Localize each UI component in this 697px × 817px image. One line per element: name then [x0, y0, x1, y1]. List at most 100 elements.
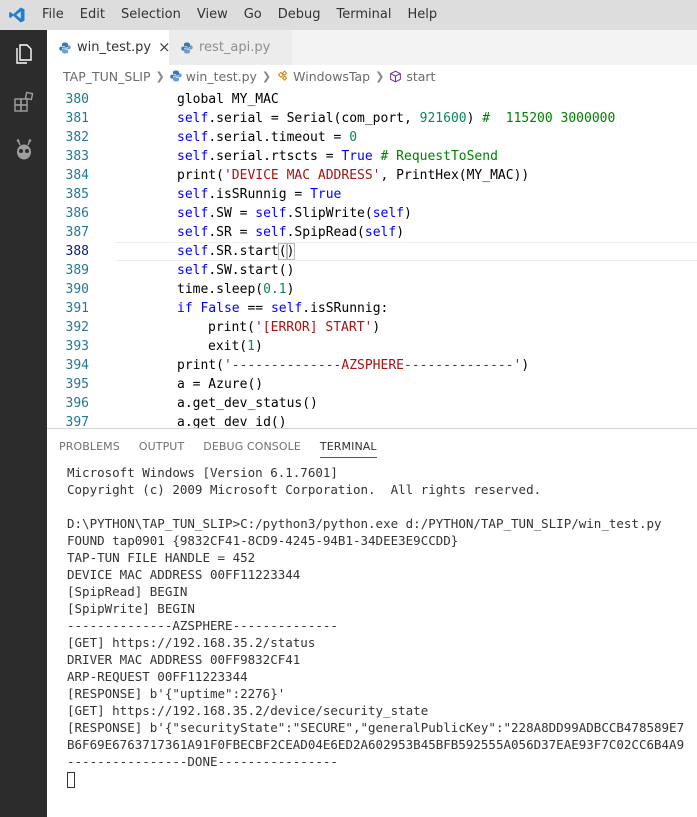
line-number: 391 — [65, 301, 89, 316]
code-text: time.sleep(0.1) — [177, 280, 294, 299]
chevron-right-icon: ❯ — [155, 69, 165, 83]
code-line[interactable]: 381 self.serial = Serial(com_port, 921600… — [47, 109, 697, 128]
line-number: 397 — [65, 415, 89, 428]
tab-output[interactable]: OUTPUT — [139, 436, 184, 457]
code-text: print('[ERROR] START') — [208, 318, 380, 337]
line-number: 390 — [65, 282, 89, 297]
code-token: .serial.timeout = — [208, 130, 350, 145]
terminal-line: --------------AZSPHERE-------------- — [67, 618, 338, 633]
code-editor[interactable]: 380 global MY_MAC 381 self.serial = Serial(… — [47, 88, 697, 428]
code-token: ) — [396, 225, 405, 240]
menu-debug[interactable]: Debug — [270, 0, 329, 30]
line-number: 381 — [65, 111, 89, 126]
code-line[interactable]: 397 a.get_dev_id() — [47, 413, 697, 428]
terminal-line: [SpipWrite] BEGIN — [67, 601, 195, 616]
code-token: ) — [466, 111, 483, 126]
title-bar: File Edit Selection View Go Debug Terminal Help — [0, 0, 697, 30]
code-token: 0 — [349, 130, 358, 145]
breadcrumb: TAP_TUN_SLIP ❯ win_test.py ❯ WindowsTap … — [47, 65, 697, 87]
line-number: 385 — [65, 187, 89, 202]
code-line[interactable]: 385 self.isSRunnig = True — [47, 185, 697, 204]
line-number: 393 — [65, 339, 89, 354]
code-token: .SR = — [208, 225, 256, 240]
code-token: self — [364, 225, 397, 240]
menu-file[interactable]: File — [34, 0, 72, 30]
menu-help[interactable]: Help — [399, 0, 445, 30]
tab-label: rest_api.py — [199, 40, 271, 55]
terminal-output[interactable]: Microsoft Windows [Version 6.1.7601] Copy… — [67, 464, 697, 817]
explorer-icon[interactable] — [0, 30, 47, 78]
menu-go[interactable]: Go — [236, 0, 270, 30]
extensions-icon[interactable] — [0, 78, 47, 126]
code-token: .SlipWrite( — [286, 206, 373, 221]
code-line[interactable]: 384 print('DEVICE MAC ADDRESS', PrintHex(… — [47, 166, 697, 185]
code-token: self — [177, 111, 209, 126]
terminal-line: Copyright (c) 2009 Microsoft Corporation… — [67, 482, 542, 497]
breadcrumb-folder[interactable]: TAP_TUN_SLIP — [63, 69, 151, 84]
code-token: self — [255, 206, 287, 221]
code-token: self — [177, 244, 209, 259]
terminal-line: ARP-REQUEST 00FF11223344 — [67, 669, 248, 684]
code-line[interactable]: 393 exit(1) — [47, 337, 697, 356]
tab-label: win_test.py — [77, 40, 152, 55]
code-token: self — [177, 225, 209, 240]
tab-win-test-py[interactable]: win_test.py × — [47, 30, 171, 65]
menu-terminal[interactable]: Terminal — [329, 0, 400, 30]
code-token: print( — [177, 168, 224, 183]
tab-debug-console[interactable]: DEBUG CONSOLE — [203, 436, 301, 457]
code-line[interactable]: 388 self.SR.start() — [47, 242, 697, 261]
code-line[interactable]: 386 self.SW = self.SlipWrite(self) — [47, 204, 697, 223]
menu-view[interactable]: View — [189, 0, 236, 30]
terminal-line: D:\PYTHON\TAP_TUN_SLIP>C:/python3/python… — [67, 516, 662, 531]
code-token: ) — [286, 282, 295, 297]
code-line[interactable]: 380 global MY_MAC — [47, 90, 697, 109]
code-token: a.get_dev_status() — [177, 396, 318, 411]
code-line[interactable]: 391 if False == self.isSRunnig: — [47, 299, 697, 318]
line-number: 384 — [65, 168, 89, 183]
symbol-method-icon — [390, 70, 402, 82]
code-line[interactable]: 382 self.serial.timeout = 0 — [47, 128, 697, 147]
menu-edit[interactable]: Edit — [72, 0, 113, 30]
code-line[interactable]: 383 self.serial.rtscts = True # RequestTo… — [47, 147, 697, 166]
activity-bar — [0, 30, 47, 817]
code-line[interactable]: 392 print('[ERROR] START') — [47, 318, 697, 337]
code-text: self.SR.start() — [177, 242, 296, 261]
code-line[interactable]: 387 self.SR = self.SpipRead(self) — [47, 223, 697, 242]
code-line[interactable]: 396 a.get_dev_status() — [47, 394, 697, 413]
line-number: 387 — [65, 225, 89, 240]
breadcrumb-method[interactable]: start — [389, 69, 435, 84]
code-line[interactable]: 389 self.SW.start() — [47, 261, 697, 280]
code-token: ) — [285, 243, 296, 260]
code-text: exit(1) — [208, 337, 263, 356]
code-line[interactable]: 394 print('--------------AZSPHERE--------… — [47, 356, 697, 375]
tab-problems[interactable]: PROBLEMS — [59, 436, 120, 457]
code-token: a.get_dev_id() — [177, 415, 287, 428]
code-token: if — [177, 301, 193, 316]
code-text: self.isSRunnig = True — [177, 185, 341, 204]
line-number: 394 — [65, 358, 89, 373]
line-number: 396 — [65, 396, 89, 411]
code-text: self.SR = self.SpipRead(self) — [177, 223, 404, 242]
code-line[interactable]: 390 time.sleep(0.1) — [47, 280, 697, 299]
code-token: , PrintHex(MY_MAC)) — [380, 168, 530, 183]
symbol-class-icon — [277, 70, 288, 81]
breadcrumb-file[interactable]: win_test.py — [170, 69, 257, 84]
tab-rest-api-py[interactable]: rest_api.py — [169, 30, 293, 65]
menu-selection[interactable]: Selection — [113, 0, 189, 30]
code-token: 'DEVICE MAC ADDRESS' — [223, 168, 381, 183]
code-token: self — [177, 149, 209, 164]
alien-icon[interactable] — [0, 126, 47, 174]
menu-bar: File Edit Selection View Go Debug Terminal Help — [34, 0, 445, 30]
tab-terminal[interactable]: TERMINAL — [319, 436, 377, 458]
code-token: True — [341, 149, 373, 164]
breadcrumb-class[interactable]: WindowsTap — [276, 69, 370, 84]
terminal-line: [GET] https://192.168.35.2/device/securi… — [67, 703, 429, 718]
terminal-prompt-line[interactable] — [67, 770, 697, 788]
terminal-line: [SpipRead] BEGIN — [67, 584, 188, 599]
line-number: 380 — [65, 92, 89, 107]
code-line[interactable]: 395 a = Azure() — [47, 375, 697, 394]
panel-tabs: PROBLEMS OUTPUT DEBUG CONSOLE TERMINAL — [47, 429, 697, 464]
vscode-logo-icon — [0, 0, 34, 30]
